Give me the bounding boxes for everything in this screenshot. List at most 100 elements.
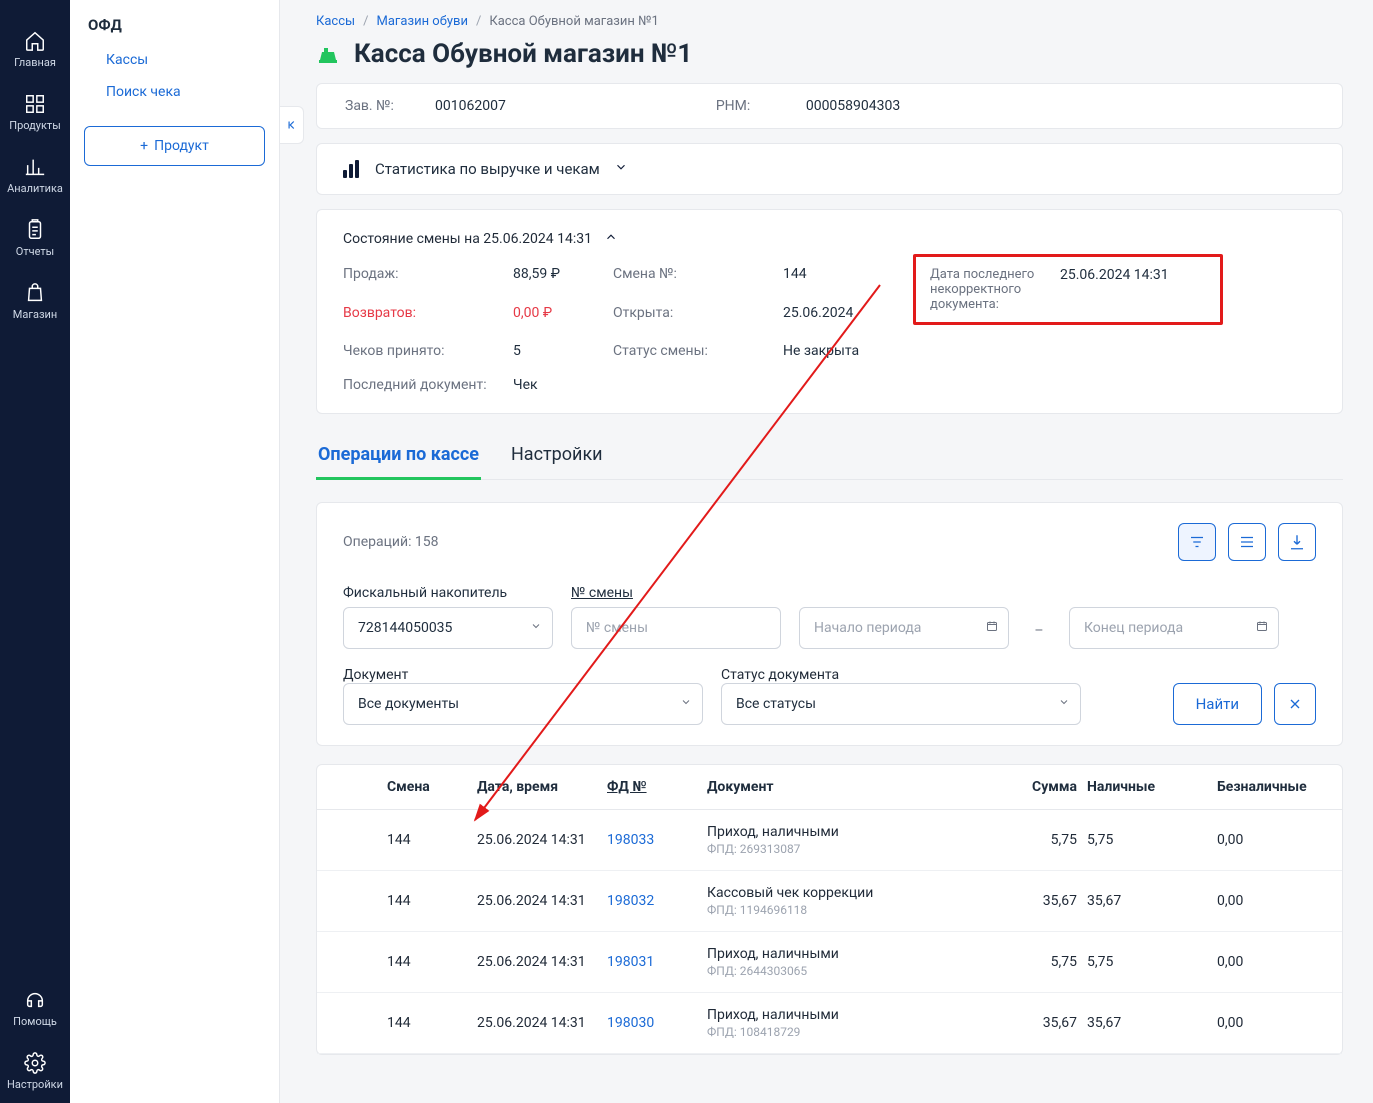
shift-state-card: Состояние смены на 25.06.2024 14:31 Прод… [316,209,1343,414]
row-shift: 144 [387,1015,467,1031]
lastbad-value: 25.06.2024 14:31 [1060,267,1169,283]
shift-header-text: Состояние смены на 25.06.2024 14:31 [343,231,592,247]
cash-register-icon [316,42,340,66]
add-product-button[interactable]: + Продукт [84,126,265,166]
calendar-icon [1256,620,1268,636]
list-view-button[interactable] [1228,523,1266,561]
sidebar-link-search[interactable]: Поиск чека [84,76,265,108]
row-noncash: 0,00 [1217,954,1357,970]
page-title: Касса Обувной магазин №1 [316,39,1343,69]
row-fd-link[interactable]: 198033 [607,832,697,848]
checks-label: Чеков принято: [343,343,513,359]
sales-value: 88,59 ₽ [513,266,613,282]
shift-input[interactable]: № смены [571,607,781,649]
nav-label: Помощь [13,1015,57,1028]
breadcrumb-link[interactable]: Магазин обуви [377,14,468,29]
th-fd[interactable]: ФД № [607,779,697,795]
gear-icon [24,1052,46,1074]
row-doc: Приход, наличнымиФПД: 269313087 [707,824,957,856]
nav-rail: Главная Продукты Аналитика Отчеты Магази… [0,0,70,1103]
table-row[interactable]: 14425.06.2024 14:31198030Приход, наличны… [317,993,1342,1054]
fn-label: Фискальный накопитель [343,585,553,601]
th-cash: Наличные [1087,779,1207,795]
table-row[interactable]: 14425.06.2024 14:31198031Приход, наличны… [317,932,1342,993]
table-header: Смена Дата, время ФД № Документ Сумма На… [317,765,1342,810]
returns-label: Возвратов: [343,305,513,321]
row-doc: Приход, наличнымиФПД: 2644303065 [707,946,957,978]
nav-products[interactable]: Продукты [0,81,70,144]
rnm-label: РНМ: [716,98,776,114]
period-start-input[interactable]: Начало периода [799,607,1009,649]
row-fd-link[interactable]: 198030 [607,1015,697,1031]
calendar-icon [986,620,998,636]
search-btn-label: Найти [1196,695,1239,713]
fn-select[interactable]: 728144050035 [343,607,553,649]
tab-settings[interactable]: Настройки [509,434,605,479]
filter-button[interactable] [1178,523,1216,561]
headset-icon [24,989,46,1011]
nav-analytics[interactable]: Аналитика [0,144,70,207]
clipboard-icon [24,219,46,241]
tab-operations[interactable]: Операции по кассе [316,434,481,479]
breadcrumb-link[interactable]: Кассы [316,14,355,29]
row-dt: 25.06.2024 14:31 [477,893,597,909]
bar-chart-icon [343,160,361,178]
row-doc: Кассовый чек коррекцииФПД: 1194696118 [707,885,957,917]
table-row[interactable]: 14425.06.2024 14:31198033Приход, наличны… [317,810,1342,871]
lastbad-label: Дата последнего некорректного документа: [930,267,1040,312]
caret-down-icon [1058,696,1070,712]
zav-label: Зав. №: [345,98,405,114]
sidebar-link-kassy[interactable]: Кассы [84,44,265,76]
th-sum: Сумма [967,779,1077,795]
breadcrumb-current: Касса Обувной магазин №1 [489,14,658,29]
lastdoc-label: Последний документ: [343,377,513,393]
returns-value: 0,00 ₽ [513,305,613,321]
row-fpd: ФПД: 1194696118 [707,903,957,917]
status-label: Статус документа [721,667,839,683]
plus-icon: + [140,138,148,154]
download-icon [1288,533,1306,551]
nav-shop[interactable]: Магазин [0,270,70,333]
doc-select[interactable]: Все документы [343,683,703,725]
row-fpd: ФПД: 2644303065 [707,964,957,978]
row-sum: 35,67 [967,893,1077,909]
row-cash: 35,67 [1087,893,1207,909]
nav-label: Настройки [7,1078,63,1091]
row-sum: 35,67 [967,1015,1077,1031]
nav-reports[interactable]: Отчеты [0,207,70,270]
row-noncash: 0,00 [1217,1015,1357,1031]
download-button[interactable] [1278,523,1316,561]
doc-label: Документ [343,667,408,683]
nav-settings[interactable]: Настройки [0,1040,70,1103]
row-fd-link[interactable]: 198032 [607,893,697,909]
row-cash: 5,75 [1087,954,1207,970]
nav-label: Аналитика [7,182,63,195]
search-button[interactable]: Найти [1173,683,1262,725]
status-value: Все статусы [736,696,816,712]
th-dt: Дата, время [477,779,597,795]
lastdoc-value: Чек [513,377,613,393]
nav-home[interactable]: Главная [0,18,70,81]
period-end-input[interactable]: Конец периода [1069,607,1279,649]
shift-grid: Продаж: 88,59 ₽ Смена №: 144 Дата послед… [343,266,1316,393]
stats-toggle[interactable]: Статистика по выручке и чекам [317,144,1342,194]
status-select[interactable]: Все статусы [721,683,1081,725]
row-shift: 144 [387,954,467,970]
sidebar: ОФД Кассы Поиск чека + Продукт [70,0,280,1103]
clear-filters-button[interactable] [1274,683,1316,725]
opened-label: Открыта: [613,305,783,321]
nav-help[interactable]: Помощь [0,977,70,1040]
add-button-label: Продукт [154,138,209,154]
table-row[interactable]: 144 25.06.2024 14:31 198032 Кассовый чек ко… [317,871,1342,932]
caret-down-icon [680,696,692,712]
close-icon [1287,696,1303,712]
row-shift: 144 [387,893,467,909]
row-doc: Приход, наличнымиФПД: 108418729 [707,1007,957,1039]
home-icon [24,30,46,52]
period-start-text: Начало периода [814,620,921,636]
operations-table: Смена Дата, время ФД № Документ Сумма На… [316,764,1343,1055]
th-noncash: Безналичные [1217,779,1357,795]
opened-value: 25.06.2024 [783,305,913,321]
period-dash: – [1027,623,1051,649]
row-fd-link[interactable]: 198031 [607,954,697,970]
